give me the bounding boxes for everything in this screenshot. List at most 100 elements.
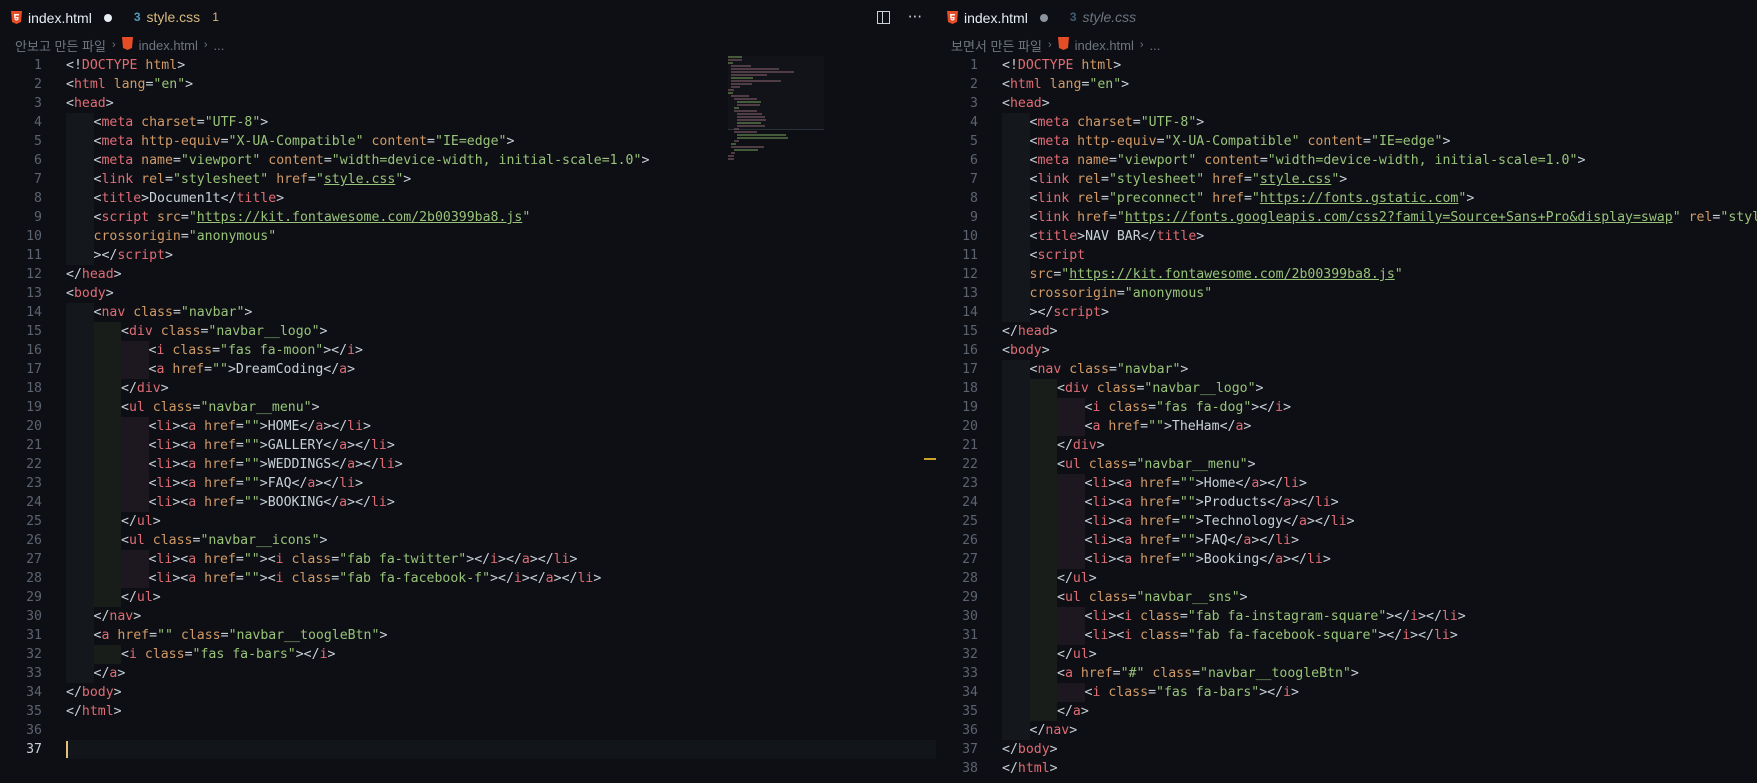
code-text[interactable]: </html> <box>66 702 936 721</box>
code-line[interactable]: 16 <body> <box>936 341 1757 360</box>
code-line[interactable]: 13 <body> <box>0 284 936 303</box>
code-text[interactable]: <ul class="navbar__icons"> <box>66 531 936 550</box>
code-line[interactable]: 12 </head> <box>0 265 936 284</box>
code-line[interactable]: 35 </a> <box>936 702 1757 721</box>
code-text[interactable]: <head> <box>66 94 936 113</box>
code-line[interactable]: 11 ></script> <box>0 246 936 265</box>
code-line[interactable]: 31 <a href="" class="navbar__toogleBtn"> <box>0 626 936 645</box>
code-text[interactable]: </html> <box>1002 759 1757 778</box>
unsaved-dot-icon[interactable] <box>103 13 112 22</box>
code-text[interactable]: </ul> <box>1002 569 1757 588</box>
code-text[interactable]: <i class="fas fa-moon"></i> <box>66 341 936 360</box>
split-editor-icon[interactable] <box>876 10 890 24</box>
code-line[interactable]: 4 <meta charset="UTF-8"> <box>0 113 936 132</box>
code-text[interactable]: <title>Documen1t</title> <box>66 189 936 208</box>
code-text[interactable]: <li><i class="fab fa-facebook-square"></… <box>1002 626 1757 645</box>
code-line[interactable]: 28 </ul> <box>936 569 1757 588</box>
code-text[interactable]: <meta http-equiv="X-UA-Compatible" conte… <box>66 132 936 151</box>
code-line[interactable]: 32 </ul> <box>936 645 1757 664</box>
code-text[interactable]: <li><a href=""><i class="fab fa-twitter"… <box>66 550 936 569</box>
code-text[interactable]: <meta name="viewport" content="width=dev… <box>66 151 936 170</box>
code-text[interactable]: src="https://kit.fontawesome.com/2b00399… <box>1002 265 1757 284</box>
code-text[interactable]: </nav> <box>1002 721 1757 740</box>
code-text[interactable]: <li><a href="">HOME</a></li> <box>66 417 936 436</box>
code-text[interactable]: <i class="fas fa-bars"></i> <box>1002 683 1757 702</box>
code-line[interactable]: 2 <html lang="en"> <box>0 75 936 94</box>
code-line[interactable]: 23 <li><a href="">Home</a></li> <box>936 474 1757 493</box>
code-line[interactable]: 38 </html> <box>936 759 1757 778</box>
code-text[interactable]: <a href="">TheHam</a> <box>1002 417 1757 436</box>
code-editor-left[interactable]: 1 <!DOCTYPE html> 2 <html lang="en"> 3 <head>… <box>0 56 936 783</box>
tab-index-html-right[interactable]: index.html <box>936 0 1060 34</box>
code-line[interactable]: 21 </div> <box>936 436 1757 455</box>
code-editor-right[interactable]: 1 <!DOCTYPE html> 2 <html lang="en"> 3 <head>… <box>936 56 1757 783</box>
code-text[interactable]: <li><a href="">FAQ</a></li> <box>1002 531 1757 550</box>
code-line[interactable]: 18 <div class="navbar__logo"> <box>936 379 1757 398</box>
code-text[interactable]: <a href="#" class="navbar__toogleBtn"> <box>1002 664 1757 683</box>
code-line[interactable]: 24 <li><a href="">BOOKING</a></li> <box>0 493 936 512</box>
code-text[interactable]: <ul class="navbar__menu"> <box>66 398 936 417</box>
code-line[interactable]: 33 <a href="#" class="navbar__toogleBtn"> <box>936 664 1757 683</box>
code-text[interactable]: <body> <box>1002 341 1757 360</box>
code-text[interactable]: <!DOCTYPE html> <box>66 56 936 75</box>
code-line[interactable]: 5 <meta http-equiv="X-UA-Compatible" cont… <box>0 132 936 151</box>
code-text[interactable]: </head> <box>66 265 936 284</box>
code-line[interactable]: 25 </ul> <box>0 512 936 531</box>
code-line[interactable]: 29 <ul class="navbar__sns"> <box>936 588 1757 607</box>
code-line[interactable]: 32 <i class="fas fa-bars"></i> <box>0 645 936 664</box>
tab-style-css-left[interactable]: 3 style.css 1 <box>124 0 231 34</box>
code-line[interactable]: 19 <ul class="navbar__menu"> <box>0 398 936 417</box>
code-line[interactable]: 37 </body> <box>936 740 1757 759</box>
code-text[interactable]: crossorigin="anonymous" <box>66 227 936 246</box>
code-text[interactable]: <meta charset="UTF-8"> <box>66 113 936 132</box>
code-line[interactable]: 9 <script src="https://kit.fontawesome.co… <box>0 208 936 227</box>
code-line[interactable]: 2 <html lang="en"> <box>936 75 1757 94</box>
code-text[interactable]: <script src="https://kit.fontawesome.com… <box>66 208 936 227</box>
code-text[interactable]: </body> <box>1002 740 1757 759</box>
code-line[interactable]: 34 <i class="fas fa-bars"></i> <box>936 683 1757 702</box>
code-text[interactable]: <script <box>1002 246 1757 265</box>
code-text[interactable]: crossorigin="anonymous" <box>1002 284 1757 303</box>
code-line[interactable]: 6 <meta name="viewport" content="width=de… <box>0 151 936 170</box>
breadcrumb-folder[interactable]: 보면서 만든 파일 <box>951 36 1042 55</box>
code-text[interactable]: <link rel="preconnect" href="https://fon… <box>1002 189 1757 208</box>
code-line[interactable]: 3 <head> <box>0 94 936 113</box>
code-line[interactable]: 8 <title>Documen1t</title> <box>0 189 936 208</box>
code-text[interactable]: ></script> <box>1002 303 1757 322</box>
code-line[interactable]: 36 <box>0 721 936 740</box>
code-text[interactable]: </div> <box>66 379 936 398</box>
code-line[interactable]: 14 ></script> <box>936 303 1757 322</box>
code-line[interactable]: 9 <link href="https://fonts.googleapis.co… <box>936 208 1757 227</box>
code-line[interactable]: 5 <meta http-equiv="X-UA-Compatible" cont… <box>936 132 1757 151</box>
code-line[interactable]: 35 </html> <box>0 702 936 721</box>
code-text[interactable]: <nav class="navbar"> <box>1002 360 1757 379</box>
code-text[interactable]: <i class="fas fa-dog"></i> <box>1002 398 1757 417</box>
code-text[interactable]: </ul> <box>1002 645 1757 664</box>
code-line[interactable]: 36 </nav> <box>936 721 1757 740</box>
code-line[interactable]: 17 <a href="">DreamCoding</a> <box>0 360 936 379</box>
code-line[interactable]: 37 <box>0 740 936 759</box>
code-line[interactable]: 11 <script <box>936 246 1757 265</box>
code-line[interactable]: 14 <nav class="navbar"> <box>0 303 936 322</box>
code-text[interactable]: <head> <box>1002 94 1757 113</box>
code-text[interactable]: <li><a href="">FAQ</a></li> <box>66 474 936 493</box>
code-line[interactable]: 18 </div> <box>0 379 936 398</box>
code-line[interactable]: 16 <i class="fas fa-moon"></i> <box>0 341 936 360</box>
code-text[interactable]: <html lang="en"> <box>1002 75 1757 94</box>
code-line[interactable]: 10 crossorigin="anonymous" <box>0 227 936 246</box>
code-line[interactable]: 22 <li><a href="">WEDDINGS</a></li> <box>0 455 936 474</box>
code-line[interactable]: 13 crossorigin="anonymous" <box>936 284 1757 303</box>
code-line[interactable]: 26 <li><a href="">FAQ</a></li> <box>936 531 1757 550</box>
code-line[interactable]: 17 <nav class="navbar"> <box>936 360 1757 379</box>
code-line[interactable]: 24 <li><a href="">Products</a></li> <box>936 493 1757 512</box>
code-text[interactable]: <a href="">DreamCoding</a> <box>66 360 936 379</box>
code-text[interactable]: <ul class="navbar__sns"> <box>1002 588 1757 607</box>
code-text[interactable]: ></script> <box>66 246 936 265</box>
code-text[interactable]: <meta charset="UTF-8"> <box>1002 113 1757 132</box>
code-text[interactable] <box>66 740 936 759</box>
code-line[interactable]: 31 <li><i class="fab fa-facebook-square">… <box>936 626 1757 645</box>
code-line[interactable]: 27 <li><a href="">Booking</a></li> <box>936 550 1757 569</box>
code-text[interactable]: <li><a href="">GALLERY</a></li> <box>66 436 936 455</box>
code-line[interactable]: 29 </ul> <box>0 588 936 607</box>
code-text[interactable]: <nav class="navbar"> <box>66 303 936 322</box>
